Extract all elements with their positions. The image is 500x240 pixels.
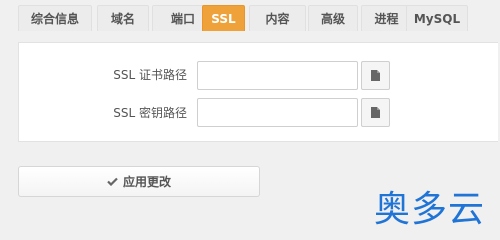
key-path-input[interactable]: [197, 98, 358, 127]
cert-path-input[interactable]: [197, 61, 358, 90]
tab-process[interactable]: 进程: [361, 5, 412, 31]
apply-changes-button[interactable]: 应用更改: [18, 166, 260, 197]
key-path-browse-button[interactable]: [361, 98, 390, 127]
tab-mysql[interactable]: MySQL: [406, 5, 468, 31]
ssl-settings-panel: SSL 证书路径 SSL 密钥路径: [18, 42, 498, 142]
tab-bar: 综合信息 域名 端口 SSL 内容 高级 进程 MySQL: [18, 5, 496, 31]
tab-content[interactable]: 内容: [249, 5, 306, 31]
apply-changes-label: 应用更改: [122, 175, 171, 189]
file-icon: [371, 103, 380, 122]
watermark-logo: 奥多云: [374, 189, 486, 230]
cert-path-label: SSL 证书路径: [113, 68, 187, 82]
tab-ssl[interactable]: SSL: [202, 5, 245, 31]
file-icon: [371, 66, 380, 85]
check-icon: [107, 177, 118, 186]
tab-domain[interactable]: 域名: [97, 5, 149, 31]
key-path-label: SSL 密钥路径: [113, 106, 187, 120]
tab-advanced[interactable]: 高级: [308, 5, 358, 31]
tab-general-info[interactable]: 综合信息: [18, 5, 92, 31]
cert-path-browse-button[interactable]: [361, 61, 390, 90]
